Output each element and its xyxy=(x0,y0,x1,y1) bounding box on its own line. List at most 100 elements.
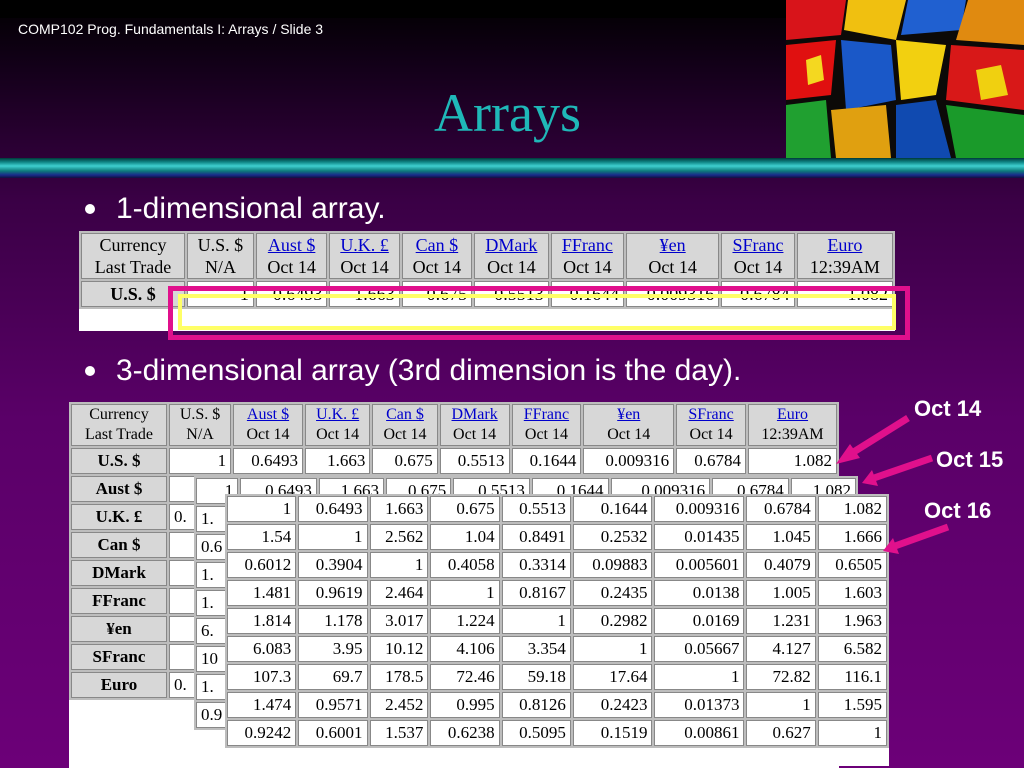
value-cell: 1.595 xyxy=(817,692,887,718)
column-header-top[interactable]: SFranc xyxy=(732,235,783,255)
value-cell: 0.0138 xyxy=(654,580,745,606)
column-header[interactable]: Can $ Oct 14 xyxy=(401,233,473,279)
value-cell: 3.354 xyxy=(501,636,571,662)
value-cell: 72.82 xyxy=(746,664,816,690)
column-header[interactable]: FFranc Oct 14 xyxy=(511,404,582,446)
value-cell: 0.8167 xyxy=(501,580,571,606)
column-header-top[interactable]: DMark xyxy=(452,406,498,423)
column-header: Currency Last Trade xyxy=(81,233,186,279)
value-cell: 116.1 xyxy=(817,664,887,690)
value-cell: 1.045 xyxy=(746,524,816,550)
table-row: 1.54 1 2.562 1.04 0.8491 0.2532 0.01435 1.045 1.… xyxy=(227,524,887,550)
table-row: 107.3 69.7 178.5 72.46 59.18 17.64 1 72.82 116.1 xyxy=(227,664,887,690)
column-header-top[interactable]: Can $ xyxy=(386,406,424,423)
value-cell: 0.5095 xyxy=(501,720,571,746)
value-cell: 0.2532 xyxy=(572,524,653,550)
label-oct14: Oct 14 xyxy=(914,396,982,421)
column-header[interactable]: SFranc Oct 14 xyxy=(721,233,795,279)
column-header-top[interactable]: Euro xyxy=(827,235,862,255)
table-row: 1.814 1.178 3.017 1.224 1 0.2982 0.0169 1.231 1.… xyxy=(227,608,887,634)
value-cell: 0.6493 xyxy=(298,496,368,522)
value-cell: 0.627 xyxy=(746,720,816,746)
column-header[interactable]: Aust $ Oct 14 xyxy=(233,404,303,446)
column-header-top: Currency xyxy=(99,235,167,255)
column-header-bottom: Oct 14 xyxy=(340,257,389,277)
value-cell: 0.01435 xyxy=(654,524,745,550)
column-header[interactable]: SFranc Oct 14 xyxy=(676,404,746,446)
column-header-top[interactable]: SFranc xyxy=(688,406,733,423)
value-cell: 0.6784 xyxy=(746,496,816,522)
column-header[interactable]: FFranc Oct 14 xyxy=(550,233,625,279)
column-header-top[interactable]: FFranc xyxy=(562,235,613,255)
value-cell: 3.95 xyxy=(298,636,368,662)
bullet-dot-1 xyxy=(85,204,95,214)
value-cell: 1 xyxy=(817,720,887,746)
label-oct15: Oct 15 xyxy=(936,447,1004,472)
column-header-top[interactable]: Can $ xyxy=(416,235,459,255)
column-header[interactable]: DMark Oct 14 xyxy=(439,404,510,446)
column-header-top[interactable]: ¥en xyxy=(617,406,640,423)
column-header-top[interactable]: Aust $ xyxy=(247,406,289,423)
column-header-bottom: Oct 14 xyxy=(267,257,316,277)
value-cell: 1.005 xyxy=(746,580,816,606)
value-cell: 0.5513 xyxy=(439,448,510,474)
value-cell: 0.6505 xyxy=(817,552,887,578)
value-cell: 1.082 xyxy=(748,448,837,474)
column-header-top[interactable]: ¥en xyxy=(660,235,686,255)
value-cell: 1.663 xyxy=(304,448,371,474)
column-header[interactable]: Euro 12:39AM xyxy=(796,233,893,279)
value-cell: 0.1644 xyxy=(511,448,582,474)
value-cell: 178.5 xyxy=(369,664,429,690)
value-cell: 1.178 xyxy=(298,608,368,634)
column-header-bottom: Oct 14 xyxy=(453,426,497,443)
value-cell: 1.663 xyxy=(369,496,429,522)
value-cell: 0.8126 xyxy=(501,692,571,718)
value-cell: 0.6784 xyxy=(676,448,746,474)
value-cell: 0.6001 xyxy=(298,720,368,746)
row-header: DMark xyxy=(71,560,167,586)
column-header: U.S. $ N/A xyxy=(169,404,232,446)
column-header-top[interactable]: U.K. £ xyxy=(316,406,359,423)
column-header[interactable]: DMark Oct 14 xyxy=(474,233,549,279)
column-header-top: Currency xyxy=(89,406,149,423)
value-cell: 1 xyxy=(169,448,232,474)
value-cell: 72.46 xyxy=(430,664,500,690)
column-header-bottom: Oct 14 xyxy=(733,257,783,277)
column-header[interactable]: Can $ Oct 14 xyxy=(372,404,438,446)
column-header-bottom: Last Trade xyxy=(94,257,172,277)
column-header[interactable]: U.K. £ Oct 14 xyxy=(304,404,371,446)
value-cell: 107.3 xyxy=(227,664,297,690)
column-header-bottom: Last Trade xyxy=(85,426,153,443)
value-cell: 2.562 xyxy=(369,524,429,550)
column-header-bottom: Oct 14 xyxy=(383,426,427,443)
column-header[interactable]: U.K. £ Oct 14 xyxy=(329,233,400,279)
arrow-oct16 xyxy=(893,523,950,550)
column-header-top[interactable]: DMark xyxy=(485,235,537,255)
column-header[interactable]: Aust $ Oct 14 xyxy=(255,233,328,279)
value-cell: 1 xyxy=(746,692,816,718)
table-row: 1.474 0.9571 2.452 0.995 0.8126 0.2423 0.01373… xyxy=(227,692,887,718)
arrow-oct14-head xyxy=(836,444,860,464)
column-header-bottom: Oct 14 xyxy=(412,257,462,277)
value-cell: 1.603 xyxy=(817,580,887,606)
value-cell: 1 xyxy=(654,664,745,690)
table-row: U.S. $1 0.6493 1.663 0.675 0.5513 0.1644 0.009… xyxy=(71,448,837,474)
column-header-top[interactable]: Euro xyxy=(777,406,808,423)
table-row: 1 0.6493 1.663 0.675 0.5513 0.1644 0.009316 0.6… xyxy=(227,496,887,522)
value-cell: 0.6012 xyxy=(227,552,297,578)
column-header[interactable]: ¥en Oct 14 xyxy=(626,233,720,279)
value-cell: 0.00861 xyxy=(654,720,745,746)
column-header-top[interactable]: Aust $ xyxy=(268,235,316,255)
table-row: 1.481 0.9619 2.464 1 0.8167 0.2435 0.0138 1.005… xyxy=(227,580,887,606)
column-header[interactable]: Euro 12:39AM xyxy=(748,404,837,446)
value-cell: 6.083 xyxy=(227,636,297,662)
value-cell: 0.2435 xyxy=(572,580,653,606)
value-cell: 0.01373 xyxy=(654,692,745,718)
value-cell: 4.127 xyxy=(746,636,816,662)
value-cell: 0.995 xyxy=(430,692,500,718)
column-header-top[interactable]: U.K. £ xyxy=(340,235,389,255)
column-header-top[interactable]: FFranc xyxy=(524,406,569,423)
value-cell: 1.666 xyxy=(817,524,887,550)
column-header[interactable]: ¥en Oct 14 xyxy=(583,404,675,446)
value-cell: 0.675 xyxy=(372,448,438,474)
